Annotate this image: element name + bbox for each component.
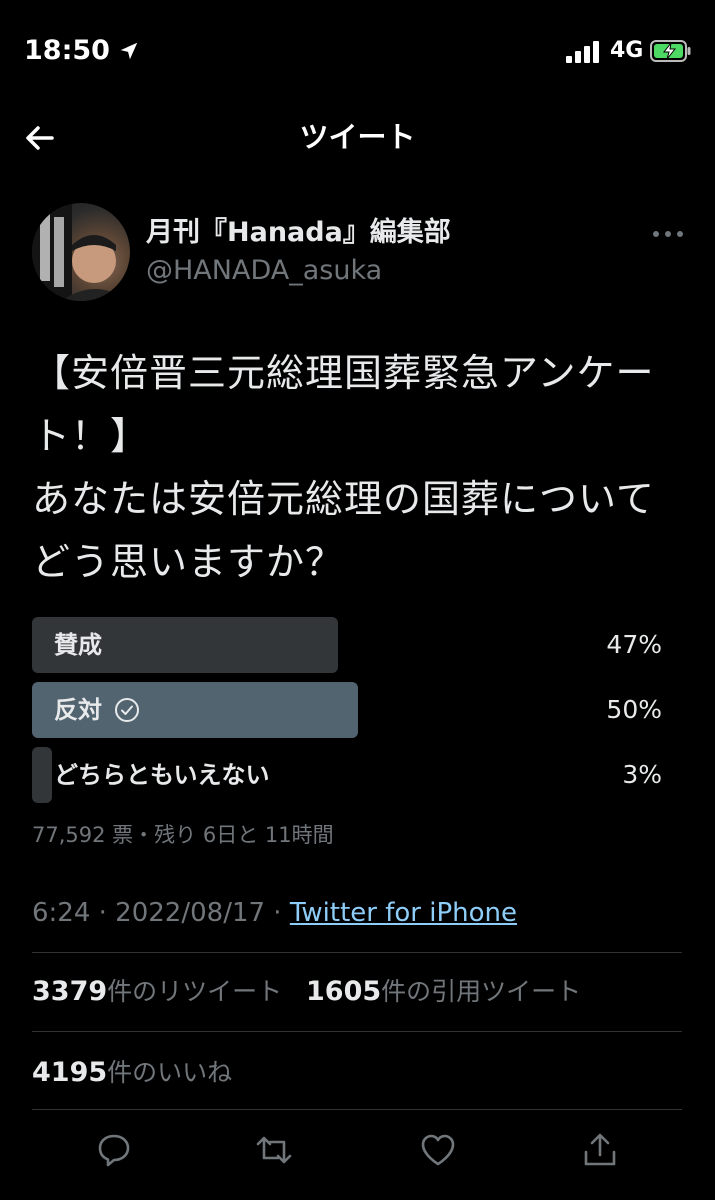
poll-option-label: どちらともいえない [54,761,270,789]
tweet-stats: 3379件のリツイート 1605件の引用ツイート [32,975,581,1009]
poll-option: どちらともいえない 3% [32,747,662,803]
retweet-icon[interactable] [254,1130,294,1170]
poll-option-percent: 47% [606,630,662,659]
tweet-timestamp: 6:24 · 2022/08/17 · Twitter for iPhone [32,896,517,930]
avatar[interactable] [32,203,130,301]
page-title: ツイート [299,120,416,154]
poll-bar [32,747,52,803]
battery-charging-icon [650,40,691,62]
poll-option: 反対 50% [32,682,662,738]
author-handle[interactable]: @HANADA_asuka [146,254,382,288]
likes-label: 件のいいね [107,1058,233,1087]
retweets-stat[interactable]: 3379件のリツイート [32,976,283,1007]
retweets-count: 3379 [32,976,108,1007]
divider [32,1031,682,1032]
poll-option-percent: 50% [606,695,662,724]
status-time: 18:50 [24,35,110,66]
divider [32,1109,682,1110]
timestamp-text: 6:24 · 2022/08/17 · [32,898,290,928]
quotes-count: 1605 [306,976,382,1007]
poll-meta: 77,592 票・残り 6日と 11時間 [32,823,334,847]
quotes-label: 件の引用ツイート [381,977,582,1006]
signal-bars-icon [566,41,599,63]
poll-option-percent: 3% [622,760,662,789]
like-icon[interactable] [418,1130,458,1170]
network-type: 4G [610,38,644,63]
tweet-text: 【安倍晋三元総理国葬緊急アンケート！】 あなたは安倍元総理の国葬についてどう思い… [32,351,655,584]
share-icon[interactable] [580,1130,620,1170]
check-circle-icon [115,698,139,722]
avatar-image [32,203,130,301]
reply-icon[interactable] [94,1130,134,1170]
location-arrow-icon [120,42,138,60]
poll-option: 賛成 47% [32,617,662,673]
author-name[interactable]: 月刊『Hanada』編集部 [146,215,451,251]
poll-option-label: 反対 [54,682,140,738]
retweets-label: 件のリツイート [107,977,283,1006]
likes-stat[interactable]: 4195件のいいね [32,1056,232,1090]
more-options-icon[interactable] [648,222,688,246]
source-link[interactable]: Twitter for iPhone [290,898,517,928]
divider [32,952,682,953]
likes-count: 4195 [32,1057,108,1088]
quotes-stat[interactable]: 1605件の引用ツイート [306,976,582,1007]
poll-option-label: 賛成 [54,631,102,659]
